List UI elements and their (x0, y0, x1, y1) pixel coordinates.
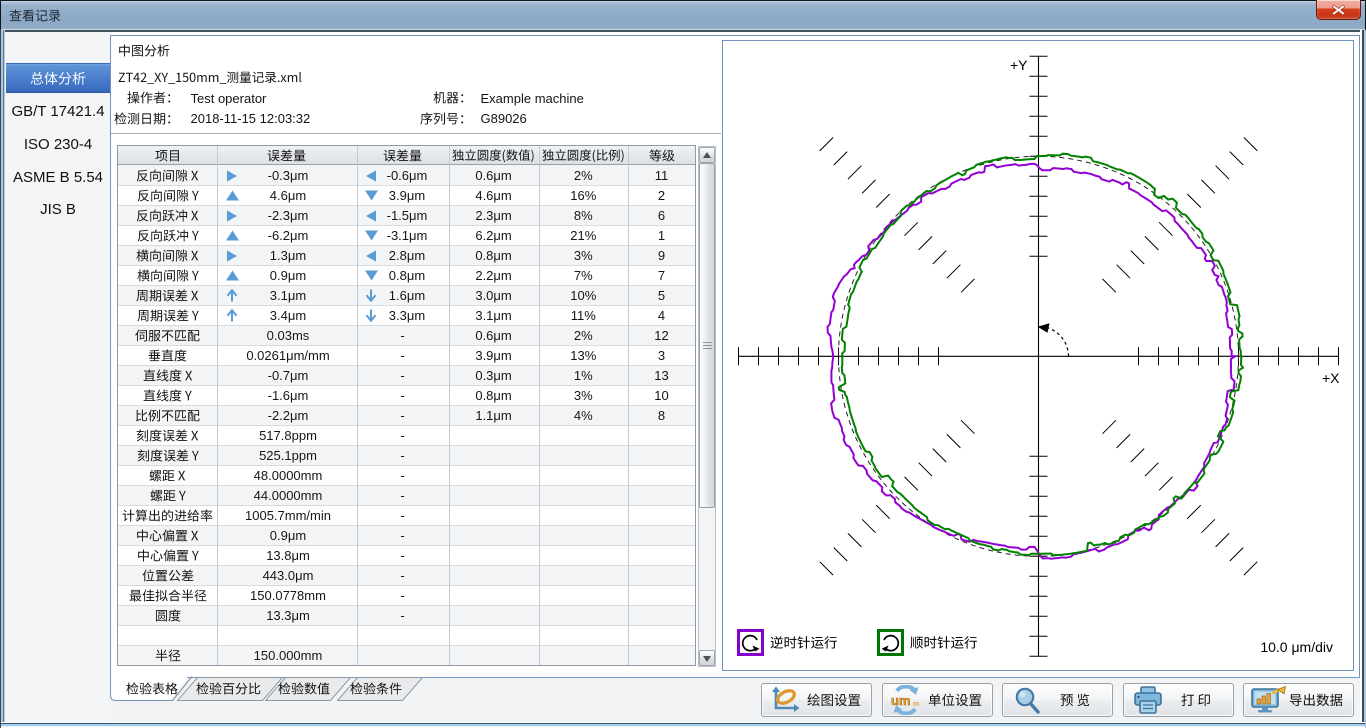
svg-text:+Y: +Y (1010, 57, 1028, 73)
svg-text:m: m (913, 701, 919, 708)
svg-text:10.0 μm/div: 10.0 μm/div (1260, 639, 1333, 655)
svg-text:+X: +X (1322, 370, 1340, 386)
svg-text:um: um (891, 693, 911, 708)
